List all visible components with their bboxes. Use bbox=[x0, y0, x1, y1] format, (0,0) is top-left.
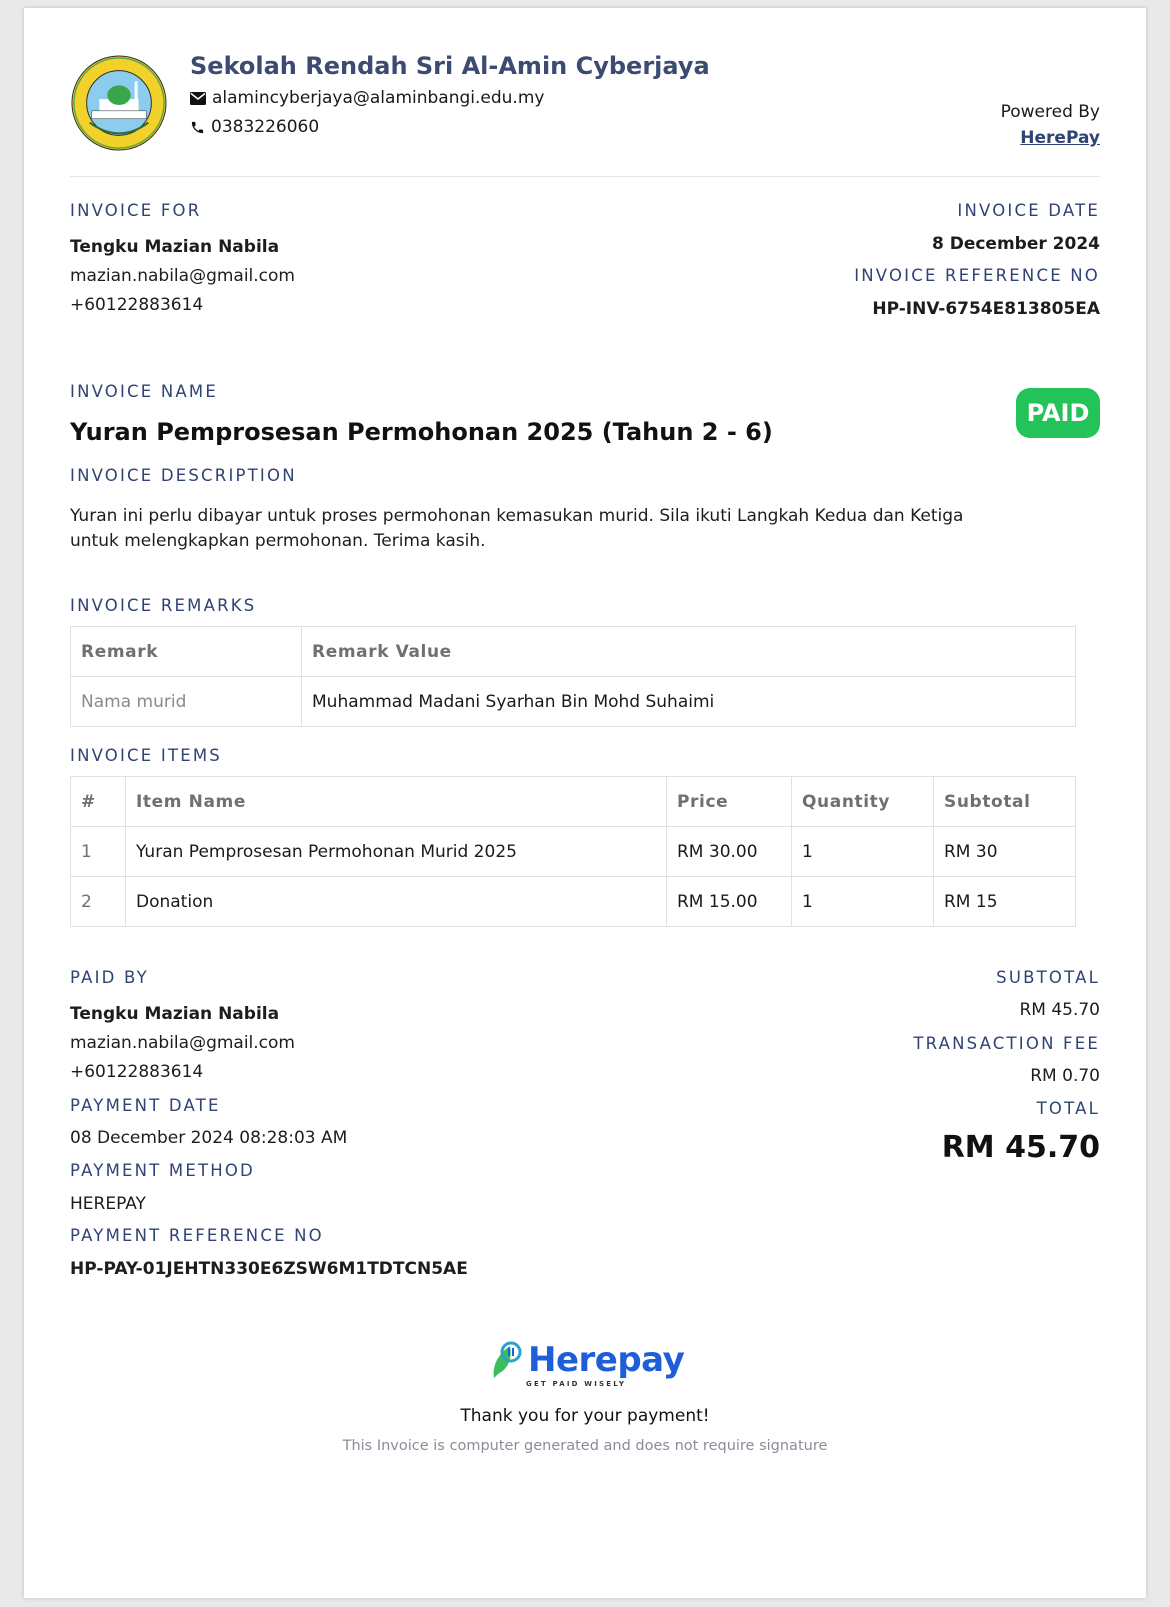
item-name: Yuran Pemprosesan Permohonan Murid 2025 bbox=[125, 826, 667, 877]
items-table: # Item Name Price Quantity Subtotal 1 Yu… bbox=[70, 776, 1076, 927]
herepay-tagline: GET PAID WISELY bbox=[526, 1380, 627, 1388]
powered-by-label: Powered By bbox=[1000, 102, 1100, 122]
transaction-fee-label: TRANSACTION FEE bbox=[913, 1034, 1100, 1053]
remark-value: Muhammad Madani Syarhan Bin Mohd Suhaimi bbox=[301, 676, 1076, 727]
payment-date-value: 08 December 2024 08:28:03 AM bbox=[70, 1128, 348, 1148]
item-index: 2 bbox=[70, 876, 126, 927]
remark-key: Nama murid bbox=[70, 676, 302, 727]
invoice-ref-value: HP-INV-6754E813805EA bbox=[872, 299, 1100, 319]
invoice-for-label: INVOICE FOR bbox=[70, 201, 202, 220]
invoice-name-label: INVOICE NAME bbox=[70, 382, 218, 401]
item-price: RM 30.00 bbox=[666, 826, 792, 877]
school-phone-row: 0383226060 bbox=[190, 117, 319, 137]
invoice-date-label: INVOICE DATE bbox=[957, 201, 1100, 220]
invoice-sheet: Sekolah Rendah Sri Al-Amin Cyberjaya ala… bbox=[24, 8, 1146, 1598]
item-index: 1 bbox=[70, 826, 126, 877]
column-header: Quantity bbox=[791, 776, 934, 827]
header-divider bbox=[70, 176, 1100, 177]
item-quantity: 1 bbox=[791, 826, 934, 877]
remarks-table: Remark Remark Value Nama murid Muhammad … bbox=[70, 626, 1076, 727]
column-header: Remark bbox=[70, 626, 302, 677]
item-name: Donation bbox=[125, 876, 667, 927]
subtotal-label: SUBTOTAL bbox=[996, 968, 1100, 987]
total-label: TOTAL bbox=[1036, 1099, 1100, 1118]
herepay-wordmark: Herepay bbox=[528, 1340, 685, 1380]
invoice-description-value: Yuran ini perlu dibayar untuk proses per… bbox=[70, 506, 964, 551]
item-quantity: 1 bbox=[791, 876, 934, 927]
paid-by-email: mazian.nabila@gmail.com bbox=[70, 1033, 295, 1053]
column-header: Price bbox=[666, 776, 792, 827]
invoice-description-label: INVOICE DESCRIPTION bbox=[70, 466, 297, 485]
paid-by-name: Tengku Mazian Nabila bbox=[70, 1004, 280, 1024]
herepay-link[interactable]: HerePay bbox=[1020, 128, 1100, 148]
herepay-leaf-icon bbox=[493, 1341, 522, 1378]
invoice-ref-label: INVOICE REFERENCE NO bbox=[854, 266, 1100, 285]
table-header-row: Remark Remark Value bbox=[70, 626, 1076, 677]
payment-method-value: HEREPAY bbox=[70, 1194, 146, 1214]
item-subtotal: RM 30 bbox=[933, 826, 1076, 877]
school-email-row: alamincyberjaya@alaminbangi.edu.my bbox=[190, 88, 544, 108]
item-subtotal: RM 15 bbox=[933, 876, 1076, 927]
table-header-row: # Item Name Price Quantity Subtotal bbox=[70, 776, 1076, 827]
invoice-for-name: Tengku Mazian Nabila bbox=[70, 237, 280, 257]
school-logo bbox=[71, 55, 167, 151]
payment-ref-value: HP-PAY-01JEHTN330E6ZSW6M1TDTCN5AE bbox=[70, 1259, 468, 1279]
column-header: Subtotal bbox=[933, 776, 1076, 827]
phone-icon bbox=[191, 121, 204, 133]
invoice-date-value: 8 December 2024 bbox=[931, 234, 1100, 254]
computer-generated-note: This Invoice is computer generated and d… bbox=[342, 1438, 828, 1454]
column-header: # bbox=[70, 776, 126, 827]
paid-by-phone: +60122883614 bbox=[70, 1062, 204, 1082]
school-phone: 0383226060 bbox=[211, 117, 320, 137]
item-price: RM 15.00 bbox=[666, 876, 792, 927]
table-row: 1 Yuran Pemprosesan Permohonan Murid 202… bbox=[70, 826, 1076, 877]
school-email[interactable]: alamincyberjaya@alaminbangi.edu.my bbox=[212, 88, 544, 108]
envelope-icon bbox=[190, 91, 206, 105]
payment-date-label: PAYMENT DATE bbox=[70, 1096, 221, 1115]
invoice-for-email: mazian.nabila@gmail.com bbox=[70, 266, 295, 286]
status-badge: PAID bbox=[1016, 388, 1100, 438]
invoice-items-label: INVOICE ITEMS bbox=[70, 746, 222, 765]
invoice-remarks-label: INVOICE REMARKS bbox=[70, 596, 257, 615]
invoice-for-phone: +60122883614 bbox=[70, 295, 204, 315]
paid-by-label: PAID BY bbox=[70, 968, 149, 987]
total-value: RM 45.70 bbox=[941, 1130, 1100, 1165]
subtotal-value: RM 45.70 bbox=[1019, 1000, 1100, 1020]
payment-method-label: PAYMENT METHOD bbox=[70, 1161, 255, 1180]
school-name: Sekolah Rendah Sri Al-Amin Cyberjaya bbox=[190, 52, 710, 80]
transaction-fee-value: RM 0.70 bbox=[1030, 1066, 1100, 1086]
payment-ref-label: PAYMENT REFERENCE NO bbox=[70, 1226, 324, 1245]
thank-you-message: Thank you for your payment! bbox=[460, 1406, 710, 1426]
table-row: Nama murid Muhammad Madani Syarhan Bin M… bbox=[70, 676, 1076, 727]
column-header: Item Name bbox=[125, 776, 667, 827]
table-row: 2 Donation RM 15.00 1 RM 15 bbox=[70, 876, 1076, 927]
invoice-name-value: Yuran Pemprosesan Permohonan 2025 (Tahun… bbox=[70, 418, 773, 446]
herepay-logo: Herepay bbox=[490, 1340, 685, 1380]
column-header: Remark Value bbox=[301, 626, 1076, 677]
